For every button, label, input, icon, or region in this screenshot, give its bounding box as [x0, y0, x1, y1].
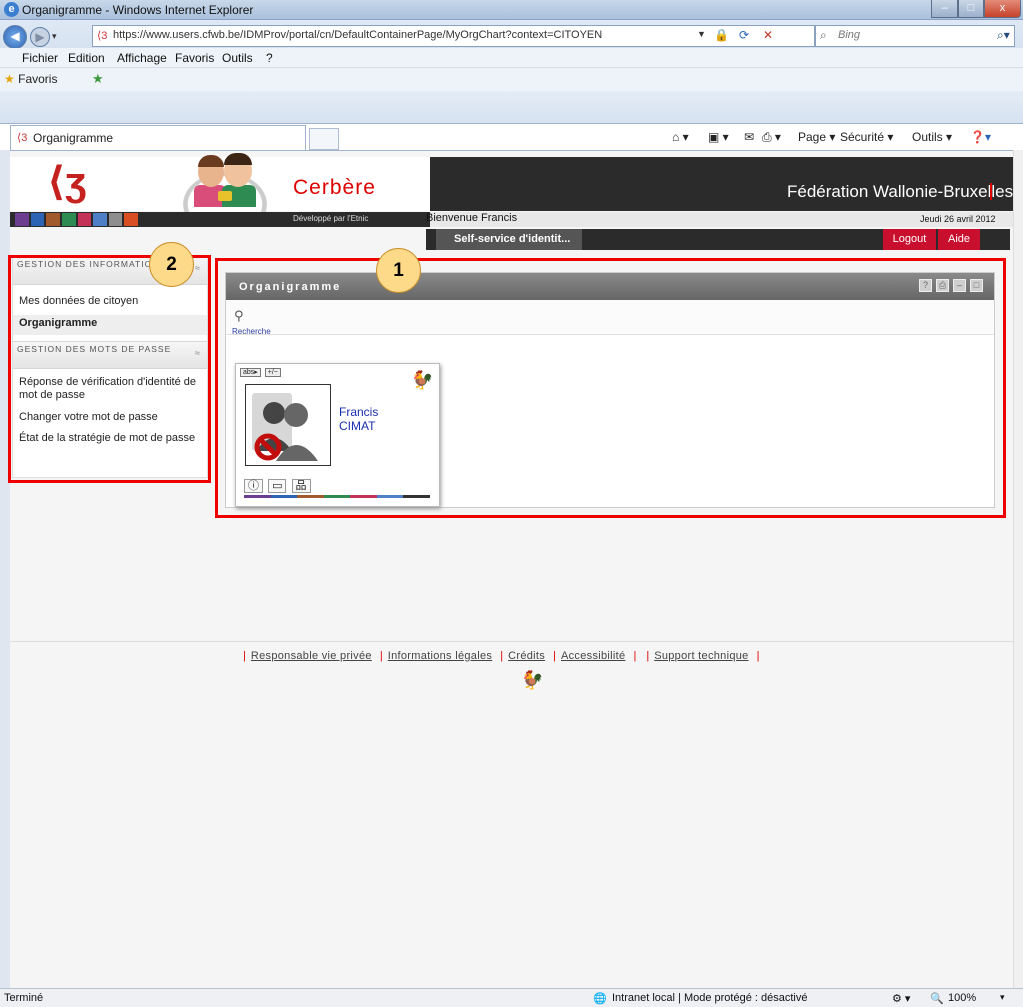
- history-dropdown-icon[interactable]: ▾: [52, 31, 57, 42]
- status-bar: Terminé 🌐 Intranet local | Mode protégé …: [0, 988, 1023, 1007]
- menu-outils[interactable]: Outils: [222, 51, 253, 65]
- tools-menu[interactable]: Outils ▾: [912, 130, 952, 144]
- back-button[interactable]: ◀: [3, 25, 27, 49]
- mail-icon[interactable]: ✉: [744, 130, 754, 144]
- annotation-box-2: [8, 255, 211, 483]
- zoom-dropdown-icon[interactable]: ▾: [1000, 992, 1005, 1003]
- favorites-bar: ★ Favoris ★: [0, 68, 1023, 91]
- status-text: Terminé: [4, 992, 44, 1004]
- app-name: Cerbère: [293, 176, 376, 199]
- fwb-logo-icon: ⟨ʒ: [47, 160, 87, 204]
- security-menu[interactable]: Sécurité ▾: [840, 130, 893, 144]
- favorites-label: Favoris: [18, 72, 58, 86]
- footer-link-accessibilite[interactable]: Accessibilité: [561, 650, 625, 662]
- separator: |: [646, 650, 650, 662]
- stop-icon[interactable]: ✕: [763, 28, 773, 42]
- page-menu[interactable]: Page ▾: [798, 130, 835, 144]
- window-title: Organigramme - Windows Internet Explorer: [22, 3, 254, 17]
- home-icon[interactable]: ⌂ ▾: [672, 130, 689, 144]
- strip-block: [61, 213, 76, 226]
- footer-divider: [10, 641, 1013, 642]
- tab-label: Organigramme: [33, 131, 114, 145]
- site-favicon-icon: ⟨3: [97, 30, 108, 42]
- mascot-hair-left: [198, 155, 224, 167]
- search-provider-icon: ⌕: [820, 28, 827, 42]
- annotation-callout-2: 2: [149, 242, 194, 287]
- zoom-icon: 🔍: [930, 993, 944, 1005]
- color-strip: [15, 213, 140, 226]
- vertical-scrollbar[interactable]: [1013, 150, 1023, 988]
- star-icon: ★: [4, 72, 15, 86]
- strip-block: [93, 213, 107, 226]
- print-icon[interactable]: ⎙ ▾: [762, 130, 781, 145]
- favorites-button[interactable]: ★ Favoris: [4, 72, 57, 86]
- footer-rooster-icon: 🐓: [521, 670, 544, 690]
- footer-link-informations-legales[interactable]: Informations légales: [388, 650, 492, 662]
- separator: |: [633, 650, 637, 662]
- developer-credit: Développé par l'Etnic: [293, 214, 369, 223]
- org-name: Fédération Wallonie-Bruxelles: [787, 182, 1014, 201]
- globe-icon: 🌐: [593, 993, 607, 1005]
- close-window-button[interactable]: x: [984, 0, 1021, 18]
- security-zone[interactable]: Intranet local | Mode protégé : désactiv…: [612, 992, 807, 1004]
- org-accent: [990, 183, 992, 200]
- window-titlebar: e Organigramme - Windows Internet Explor…: [0, 0, 1023, 20]
- search-placeholder: Bing: [838, 29, 861, 41]
- add-favorite-icon[interactable]: ★: [92, 71, 104, 87]
- separator: |: [243, 650, 246, 662]
- mascot-hair-right: [224, 153, 252, 165]
- ie-logo-icon: e: [4, 2, 19, 17]
- key-icon: [218, 191, 232, 201]
- search-icon[interactable]: ⌕▾: [997, 28, 1010, 43]
- address-url: https://www.users.cfwb.be/IDMProv/portal…: [113, 29, 603, 41]
- forward-button[interactable]: ▶: [30, 27, 50, 47]
- footer-link-support-technique[interactable]: Support technique: [654, 650, 748, 662]
- footer-link-vie-privee[interactable]: Responsable vie privée: [251, 650, 372, 662]
- strip-block: [46, 213, 60, 226]
- strip-block: [124, 213, 138, 226]
- strip-block: [77, 213, 92, 226]
- mascot-illustration: [160, 153, 290, 213]
- menu-fichier[interactable]: Fichier: [22, 51, 58, 65]
- menu-favoris[interactable]: Favoris: [175, 51, 214, 65]
- feeds-icon[interactable]: ▣ ▾: [708, 130, 729, 144]
- menu-help[interactable]: ?: [266, 51, 273, 65]
- annotation-box-1: [215, 258, 1006, 518]
- zoom-level[interactable]: 100%: [948, 992, 976, 1004]
- separator: |: [500, 650, 504, 662]
- separator: |: [756, 650, 760, 662]
- footer-link-credits[interactable]: Crédits: [508, 650, 545, 662]
- address-input[interactable]: ⟨3 https://www.users.cfwb.be/IDMProv/por…: [92, 25, 815, 47]
- footer-links: | Responsable vie privée | Informations lé…: [238, 650, 765, 662]
- logout-button[interactable]: Logout: [883, 229, 936, 250]
- separator: |: [553, 650, 556, 662]
- command-bar: ⌂ ▾ ▣ ▾ ✉ ⎙ ▾ Page ▾ Sécurité ▾ Outils ▾…: [672, 126, 1017, 148]
- strip-block: [30, 213, 45, 226]
- menu-edition[interactable]: Edition: [68, 51, 105, 65]
- tab-favicon-icon: ⟨3: [17, 132, 28, 144]
- address-dropdown-icon[interactable]: ▼: [697, 29, 706, 39]
- current-date: Jeudi 26 avril 2012: [920, 214, 996, 224]
- menu-affichage[interactable]: Affichage: [117, 51, 167, 65]
- search-input[interactable]: ⌕ Bing ⌕▾: [815, 25, 1015, 47]
- new-tab-button[interactable]: [309, 128, 339, 150]
- menu-bar: Fichier Edition Affichage Favoris Outils…: [0, 48, 1023, 68]
- maximize-button[interactable]: □: [958, 0, 984, 18]
- minimize-button[interactable]: –: [931, 0, 958, 18]
- welcome-text: Bienvenue Francis: [426, 212, 518, 224]
- tab-organigramme[interactable]: ⟨3 Organigramme: [10, 125, 306, 150]
- tab-bar: [0, 91, 1023, 124]
- refresh-icon[interactable]: ⟳: [739, 28, 749, 42]
- annotation-callout-1: 1: [376, 248, 421, 293]
- help-icon[interactable]: ❓▾: [970, 130, 991, 144]
- selfservice-tab[interactable]: Self-service d'identit...: [436, 229, 582, 250]
- strip-block: [15, 213, 29, 226]
- help-button[interactable]: Aide: [938, 229, 980, 250]
- separator: |: [379, 650, 383, 662]
- strip-block: [108, 213, 123, 226]
- protected-mode-icon[interactable]: ⚙ ▾: [892, 992, 910, 1005]
- lock-icon[interactable]: 🔒: [714, 28, 729, 42]
